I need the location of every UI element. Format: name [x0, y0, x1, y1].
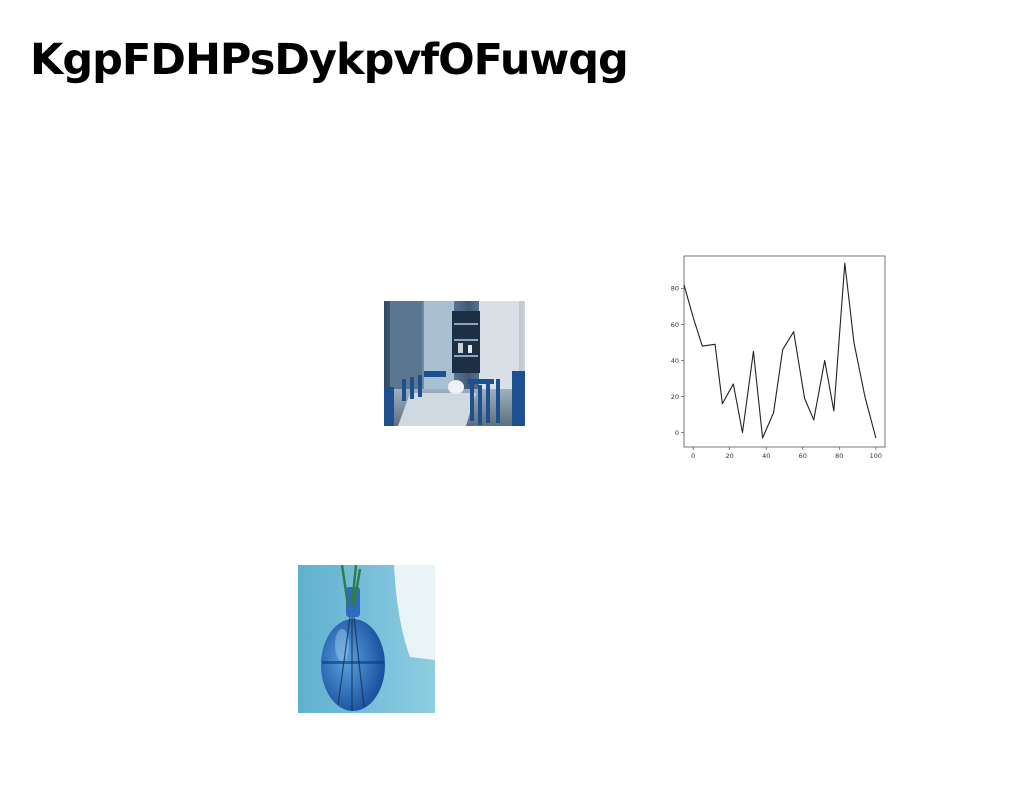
y-tick-label: 60: [671, 321, 679, 329]
y-tick-label: 20: [671, 393, 679, 401]
x-tick-label: 80: [835, 452, 843, 460]
series-line: [683, 262, 877, 439]
x-tick-label: 60: [799, 452, 807, 460]
y-tick-label: 80: [671, 285, 679, 293]
x-tick-label: 20: [726, 452, 734, 460]
plot-frame: [683, 255, 886, 448]
cafe-interior-photo: [384, 301, 525, 426]
vase-photo: [298, 565, 435, 713]
y-tick-label: 0: [675, 429, 679, 437]
line-chart: 0 20 40 60 80 100 0 20 40 60 80: [664, 247, 894, 467]
x-tick-label: 100: [870, 452, 882, 460]
page-title: KgpFDHPsDykpvfOFuwqg: [30, 35, 629, 85]
x-tick-label: 40: [762, 452, 770, 460]
x-tick-label: 0: [691, 452, 695, 460]
y-tick-label: 40: [671, 357, 679, 365]
